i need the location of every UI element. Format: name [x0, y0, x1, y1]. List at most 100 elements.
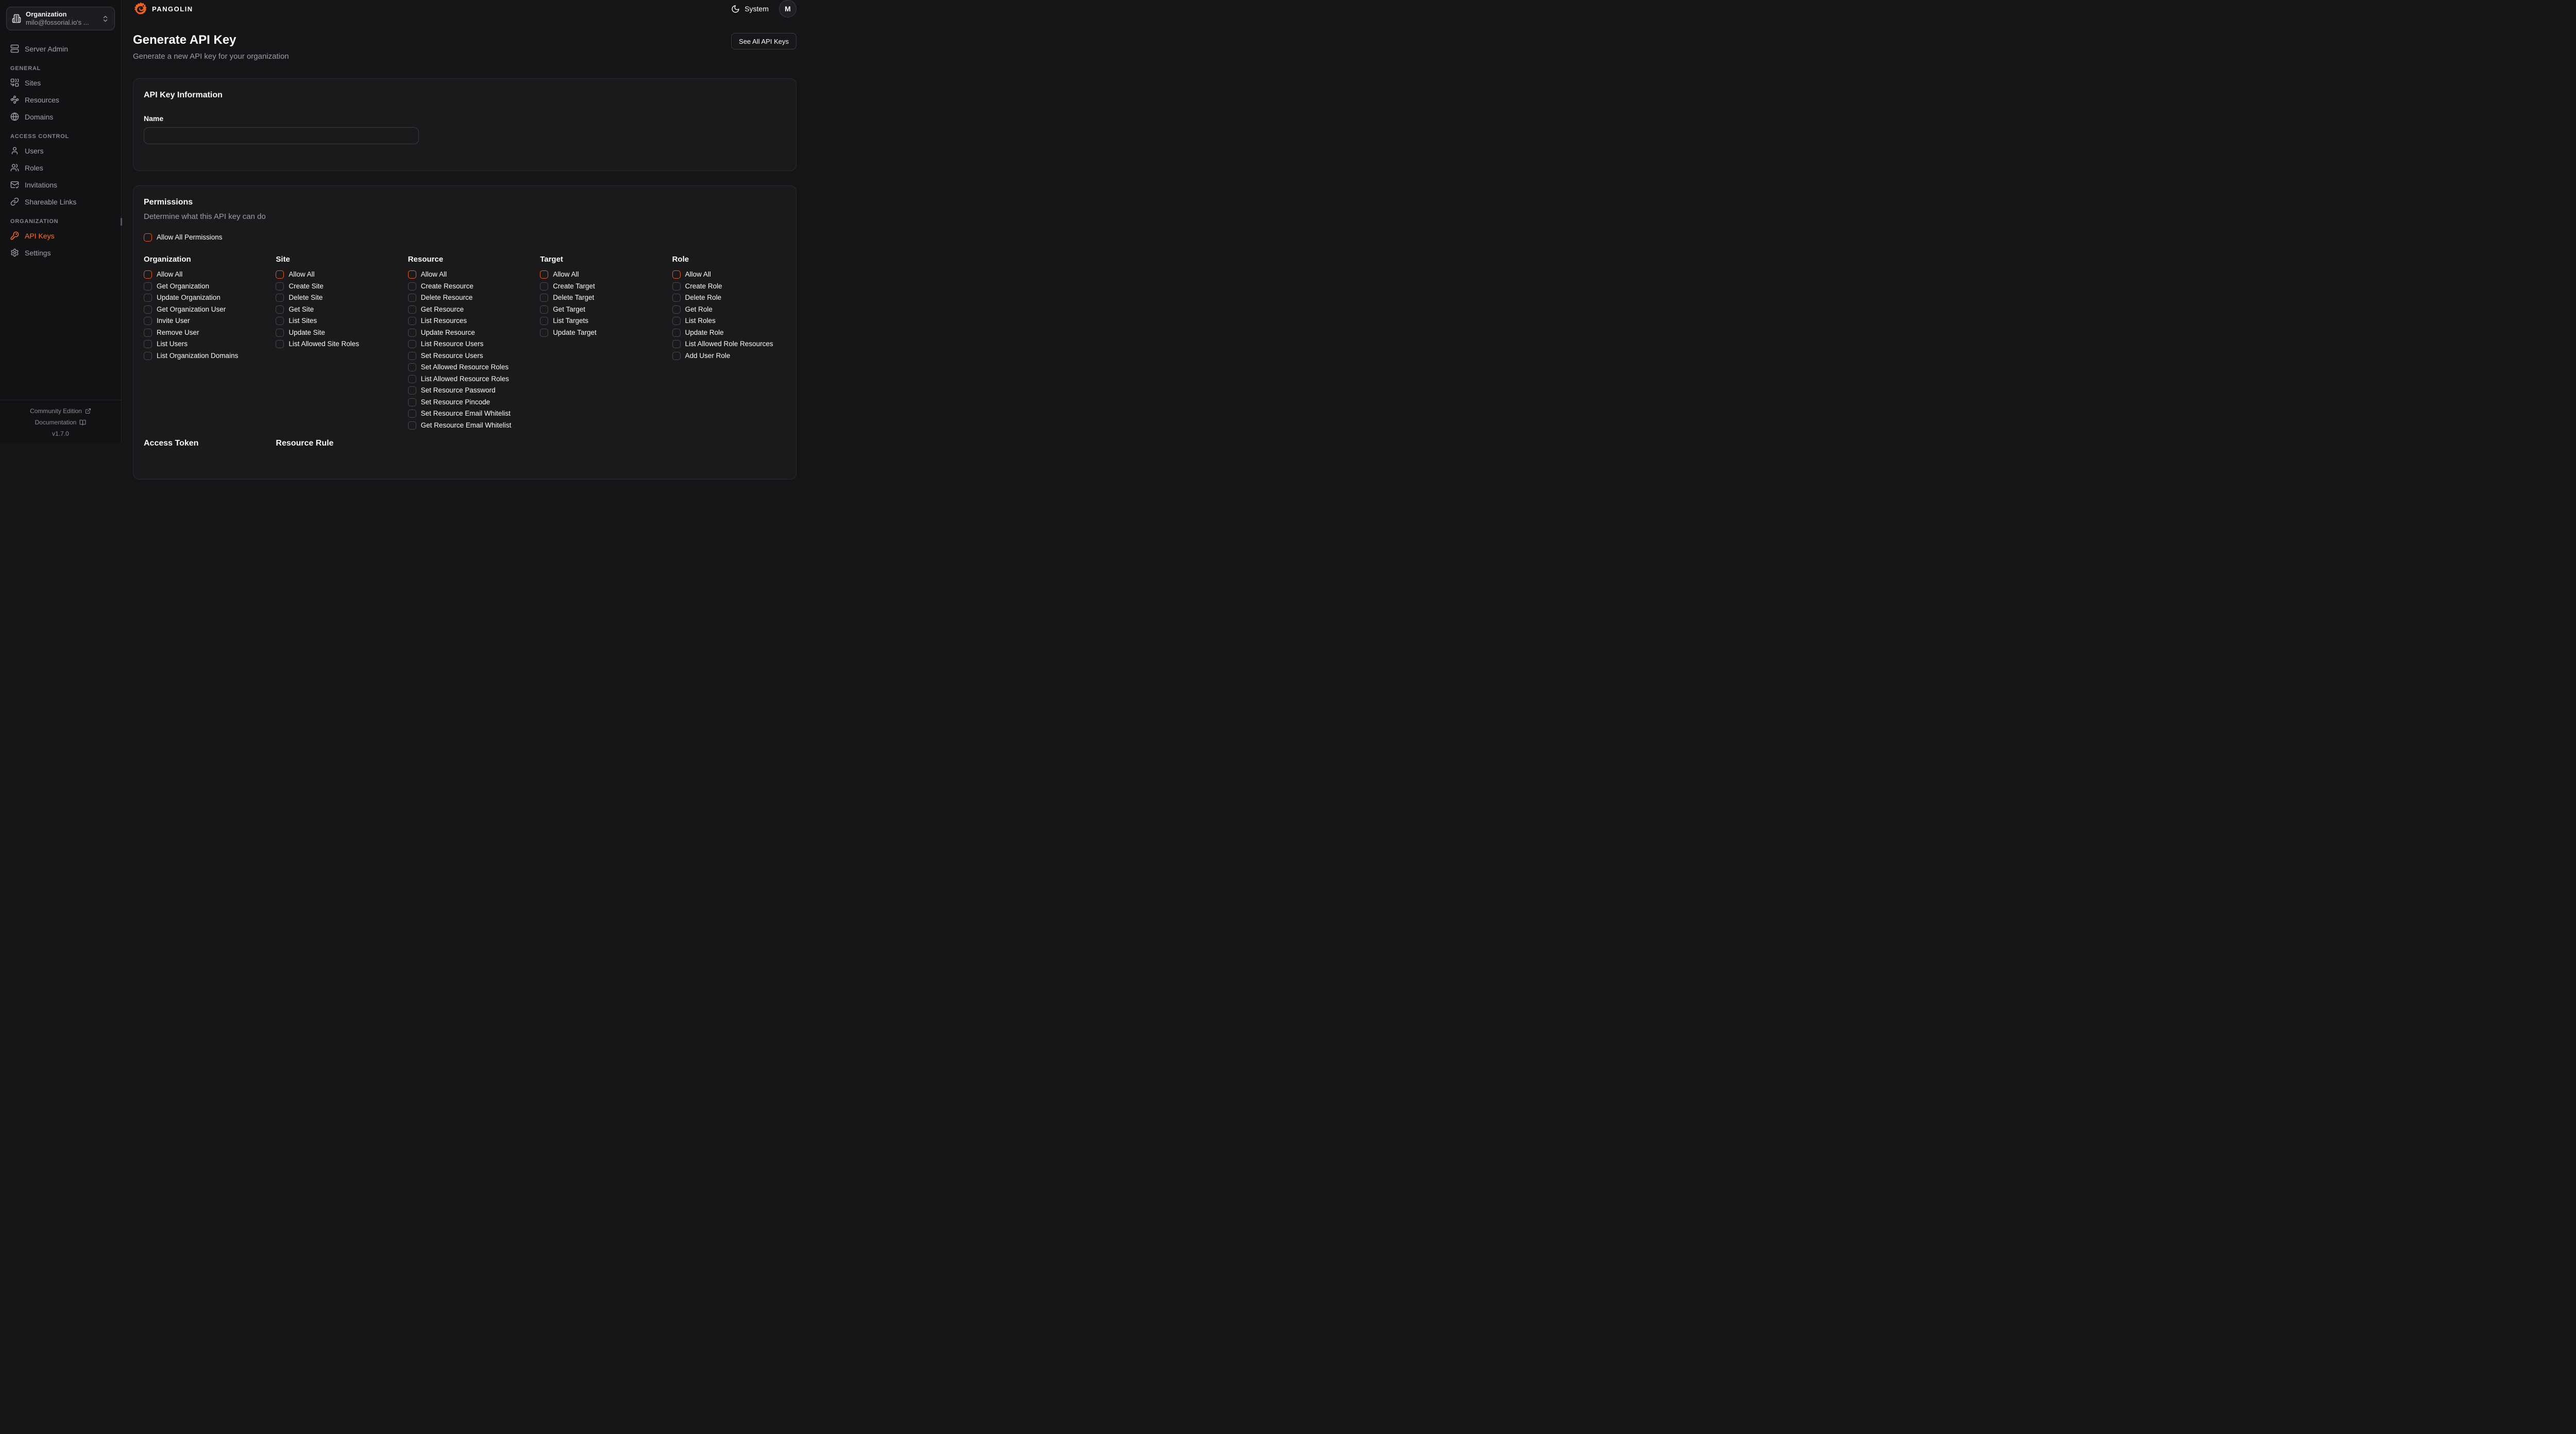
community-edition-link[interactable]: Community Edition [30, 405, 91, 417]
permission-checkbox[interactable] [408, 317, 416, 325]
permission-checkbox[interactable] [672, 282, 681, 291]
permission-row[interactable]: Update Site [276, 329, 389, 337]
permission-row[interactable]: Get Resource [408, 305, 521, 314]
permission-row[interactable]: List Roles [672, 317, 786, 325]
permission-checkbox[interactable] [144, 282, 152, 291]
permission-row[interactable]: Create Resource [408, 282, 521, 291]
permission-checkbox[interactable] [408, 398, 416, 406]
permission-checkbox[interactable] [672, 352, 681, 360]
permission-row[interactable]: List Users [144, 340, 257, 348]
permission-checkbox[interactable] [540, 270, 548, 279]
permission-row[interactable]: List Allowed Role Resources [672, 340, 786, 348]
permission-checkbox[interactable] [408, 386, 416, 395]
permission-row[interactable]: Set Resource Users [408, 352, 521, 360]
permission-checkbox[interactable] [672, 340, 681, 348]
sidebar-item-domains[interactable]: Domains [6, 108, 115, 125]
permission-row[interactable]: Add User Role [672, 352, 786, 360]
permission-row[interactable]: Get Target [540, 305, 653, 314]
permission-checkbox[interactable] [276, 282, 284, 291]
permission-checkbox[interactable] [408, 409, 416, 418]
permission-checkbox[interactable] [408, 340, 416, 348]
permission-row[interactable]: Get Organization [144, 282, 257, 291]
sidebar-item-users[interactable]: Users [6, 142, 115, 159]
permission-row[interactable]: List Targets [540, 317, 653, 325]
permission-row[interactable]: List Resource Users [408, 340, 521, 348]
permission-checkbox[interactable] [144, 352, 152, 360]
permission-row[interactable]: List Resources [408, 317, 521, 325]
permission-row[interactable]: Get Resource Email Whitelist [408, 421, 521, 430]
permission-checkbox[interactable] [540, 305, 548, 314]
permission-checkbox[interactable] [276, 340, 284, 348]
permission-row[interactable]: Update Resource [408, 329, 521, 337]
permission-row[interactable]: Get Organization User [144, 305, 257, 314]
permission-checkbox[interactable] [408, 363, 416, 371]
permission-checkbox[interactable] [672, 305, 681, 314]
permission-checkbox[interactable] [276, 317, 284, 325]
permission-row[interactable]: Delete Resource [408, 294, 521, 302]
permission-checkbox[interactable] [144, 317, 152, 325]
permission-row[interactable]: Update Role [672, 329, 786, 337]
permission-checkbox[interactable] [144, 329, 152, 337]
sidebar-item-shareable-links[interactable]: Shareable Links [6, 193, 115, 210]
permission-row[interactable]: Allow All [540, 270, 653, 279]
permission-row[interactable]: List Sites [276, 317, 389, 325]
permission-checkbox[interactable] [408, 352, 416, 360]
permission-row[interactable]: Set Resource Email Whitelist [408, 409, 521, 418]
permission-checkbox[interactable] [276, 270, 284, 279]
permission-checkbox[interactable] [540, 317, 548, 325]
permission-row[interactable]: Create Role [672, 282, 786, 291]
permission-row[interactable]: Allow All [408, 270, 521, 279]
allow-all-permissions-row[interactable]: Allow All Permissions [144, 233, 786, 242]
avatar[interactable]: M [779, 0, 796, 18]
permission-row[interactable]: Set Allowed Resource Roles [408, 363, 521, 371]
permission-checkbox[interactable] [408, 421, 416, 430]
permission-row[interactable]: Get Site [276, 305, 389, 314]
org-selector[interactable]: Organization milo@fossorial.io's ... [6, 7, 115, 30]
permission-row[interactable]: Remove User [144, 329, 257, 337]
permission-checkbox[interactable] [408, 294, 416, 302]
permission-row[interactable]: Allow All [144, 270, 257, 279]
sidebar-item-invitations[interactable]: Invitations [6, 176, 115, 193]
permission-checkbox[interactable] [408, 282, 416, 291]
documentation-link[interactable]: Documentation [35, 417, 87, 428]
permission-row[interactable]: Set Resource Password [408, 386, 521, 395]
permission-checkbox[interactable] [408, 270, 416, 279]
permission-checkbox[interactable] [540, 294, 548, 302]
permission-checkbox[interactable] [540, 282, 548, 291]
sidebar-resize-handle[interactable] [121, 218, 122, 226]
sidebar-item-resources[interactable]: Resources [6, 91, 115, 108]
allow-all-permissions-checkbox[interactable] [144, 233, 152, 242]
sidebar-item-roles[interactable]: Roles [6, 159, 115, 176]
permission-checkbox[interactable] [144, 340, 152, 348]
sidebar-item-settings[interactable]: Settings [6, 244, 115, 261]
permission-checkbox[interactable] [144, 270, 152, 279]
theme-toggle[interactable]: System [731, 5, 769, 13]
pangolin-logo[interactable]: PANGOLIN [133, 1, 193, 16]
name-input[interactable] [144, 127, 419, 144]
permission-row[interactable]: Create Target [540, 282, 653, 291]
permission-checkbox[interactable] [672, 294, 681, 302]
permission-row[interactable]: Delete Site [276, 294, 389, 302]
permission-row[interactable]: List Allowed Site Roles [276, 340, 389, 348]
permission-row[interactable]: List Organization Domains [144, 352, 257, 360]
permission-row[interactable]: Allow All [276, 270, 389, 279]
permission-checkbox[interactable] [408, 375, 416, 383]
permission-row[interactable]: Update Target [540, 329, 653, 337]
permission-checkbox[interactable] [408, 305, 416, 314]
permission-checkbox[interactable] [276, 329, 284, 337]
permission-row[interactable]: Delete Role [672, 294, 786, 302]
permission-checkbox[interactable] [408, 329, 416, 337]
permission-checkbox[interactable] [276, 294, 284, 302]
permission-checkbox[interactable] [540, 329, 548, 337]
sidebar-item-server-admin[interactable]: Server Admin [6, 40, 115, 57]
permission-checkbox[interactable] [672, 270, 681, 279]
permission-row[interactable]: List Allowed Resource Roles [408, 375, 521, 383]
permission-checkbox[interactable] [144, 294, 152, 302]
permission-row[interactable]: Invite User [144, 317, 257, 325]
permission-row[interactable]: Allow All [672, 270, 786, 279]
permission-checkbox[interactable] [672, 317, 681, 325]
permission-row[interactable]: Delete Target [540, 294, 653, 302]
see-all-api-keys-button[interactable]: See All API Keys [731, 33, 796, 49]
permission-row[interactable]: Update Organization [144, 294, 257, 302]
sidebar-item-api-keys[interactable]: API Keys [6, 227, 115, 244]
